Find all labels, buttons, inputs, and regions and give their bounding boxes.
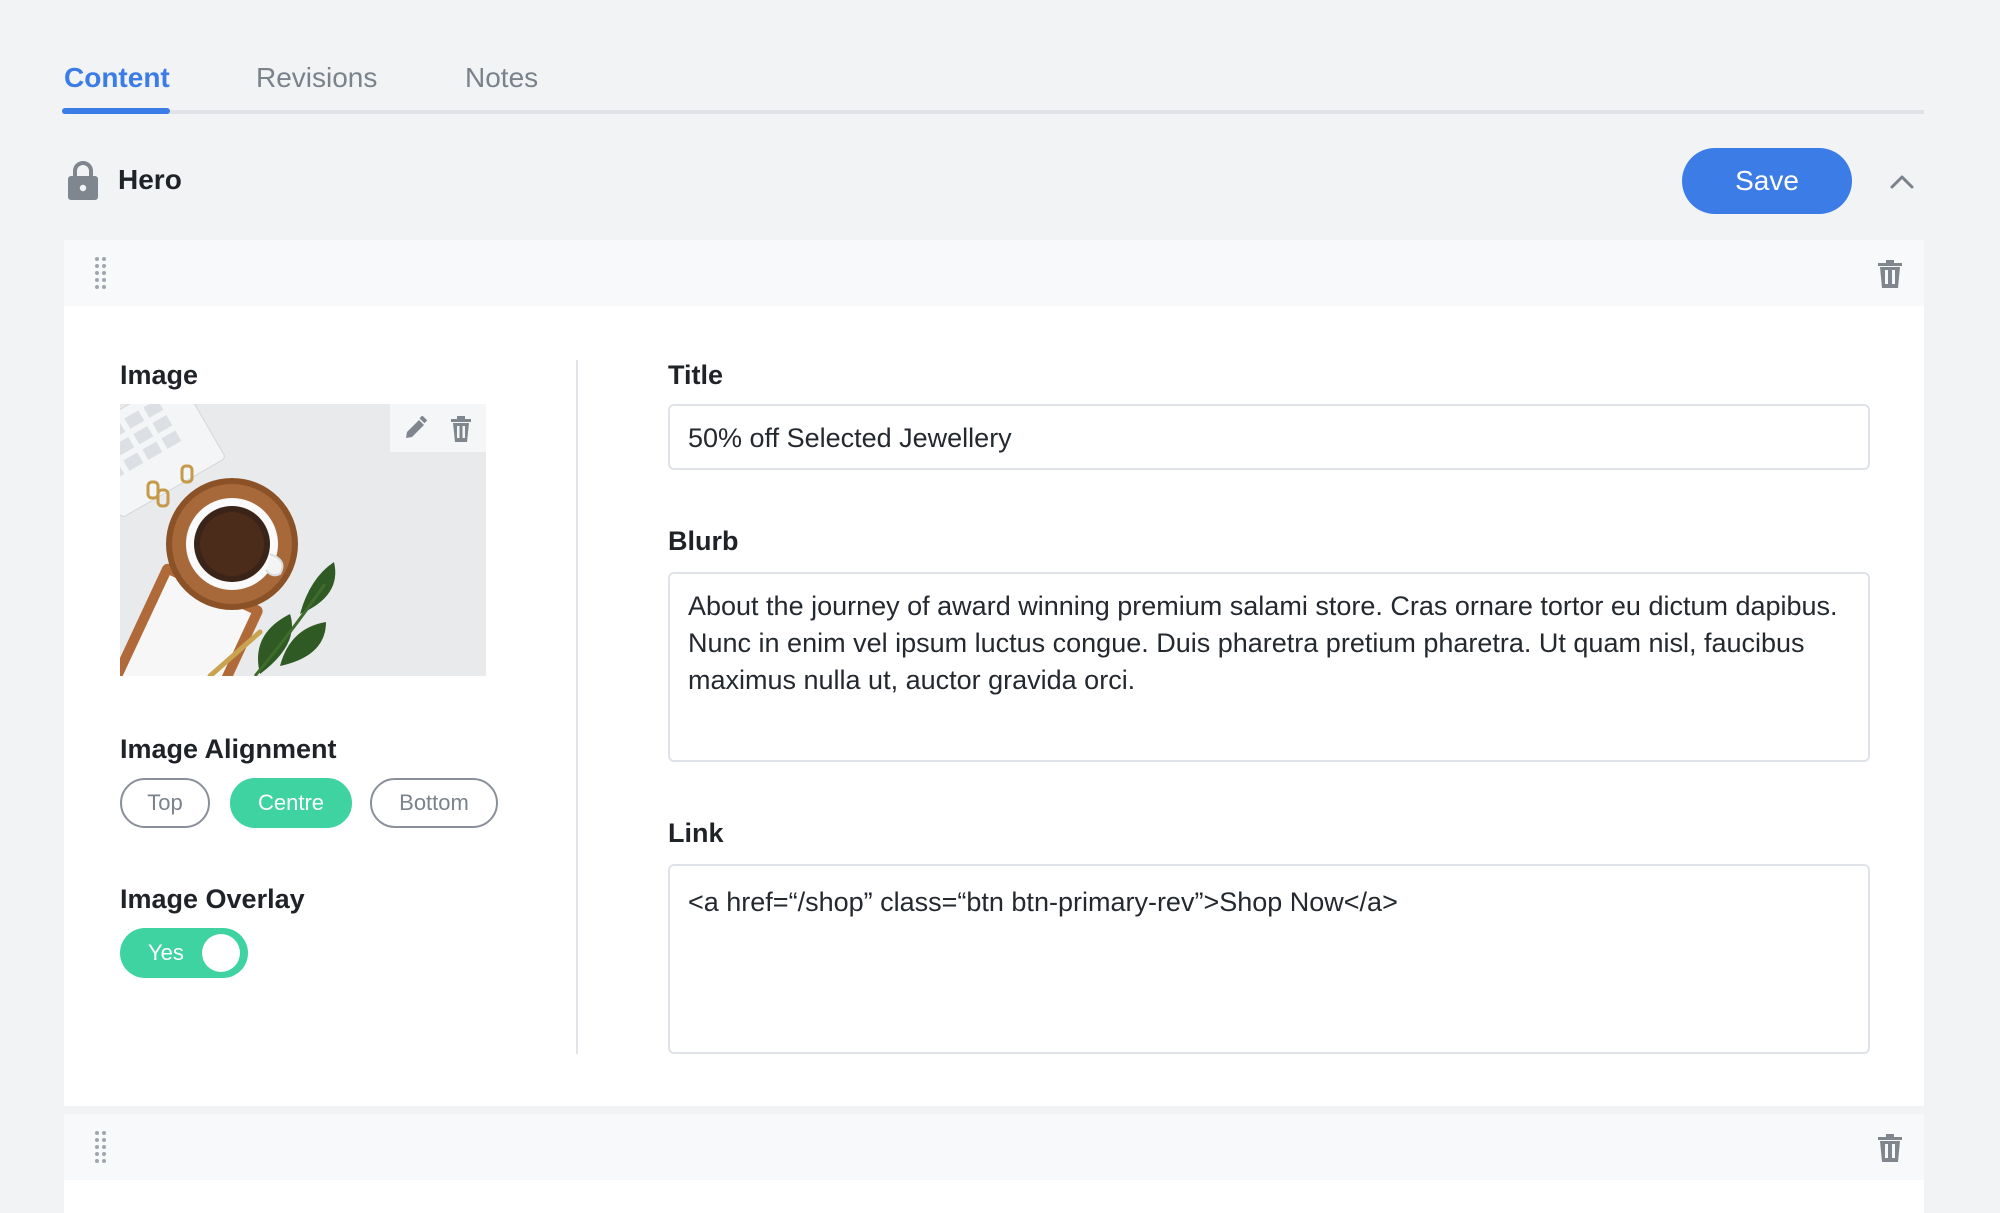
section-title: Hero [118, 164, 182, 195]
tab-notes[interactable]: Notes [465, 62, 538, 94]
image-toolbar [390, 404, 486, 452]
trash-icon[interactable] [1877, 1134, 1903, 1162]
tab-content[interactable]: Content [64, 62, 170, 94]
alignment-bottom-button[interactable]: Bottom [370, 778, 498, 828]
block-toolbar-next [64, 1114, 1924, 1180]
image-overlay-label: Image Overlay [120, 884, 305, 914]
lock-icon [68, 161, 98, 200]
link-label: Link [668, 818, 724, 848]
section-header: Hero Save [62, 148, 1924, 214]
hero-image[interactable] [120, 404, 486, 676]
block-toolbar [64, 240, 1924, 306]
active-tab-indicator [62, 108, 170, 114]
next-block-panel [64, 1180, 1924, 1213]
drag-handle-icon[interactable] [94, 256, 108, 290]
blurb-label: Blurb [668, 526, 739, 556]
column-divider [576, 360, 578, 1054]
tab-revisions[interactable]: Revisions [256, 62, 377, 94]
save-button[interactable]: Save [1682, 148, 1852, 214]
image-overlay-toggle[interactable]: Yes [120, 928, 248, 978]
toggle-knob [202, 934, 240, 972]
trash-icon[interactable] [1877, 260, 1903, 288]
pencil-icon[interactable] [402, 416, 428, 442]
link-textarea[interactable]: <a href=“/shop” class=“btn btn-primary-r… [668, 864, 1870, 1054]
title-label: Title [668, 360, 724, 390]
chevron-up-icon[interactable] [1888, 170, 1916, 192]
image-alignment-label: Image Alignment [120, 734, 337, 764]
image-label: Image [120, 360, 199, 390]
tab-bar: Content Revisions Notes [62, 58, 1924, 114]
toggle-state-label: Yes [148, 940, 184, 965]
alignment-top-button[interactable]: Top [120, 778, 210, 828]
trash-icon[interactable] [450, 416, 472, 442]
drag-handle-icon[interactable] [94, 1130, 108, 1164]
hero-block-panel: Image Image Alignment Top Centre Bottom … [64, 306, 1924, 1106]
title-input[interactable]: 50% off Selected Jewellery [668, 404, 1870, 470]
blurb-textarea[interactable]: About the journey of award winning premi… [668, 572, 1870, 762]
alignment-centre-button[interactable]: Centre [230, 778, 352, 828]
